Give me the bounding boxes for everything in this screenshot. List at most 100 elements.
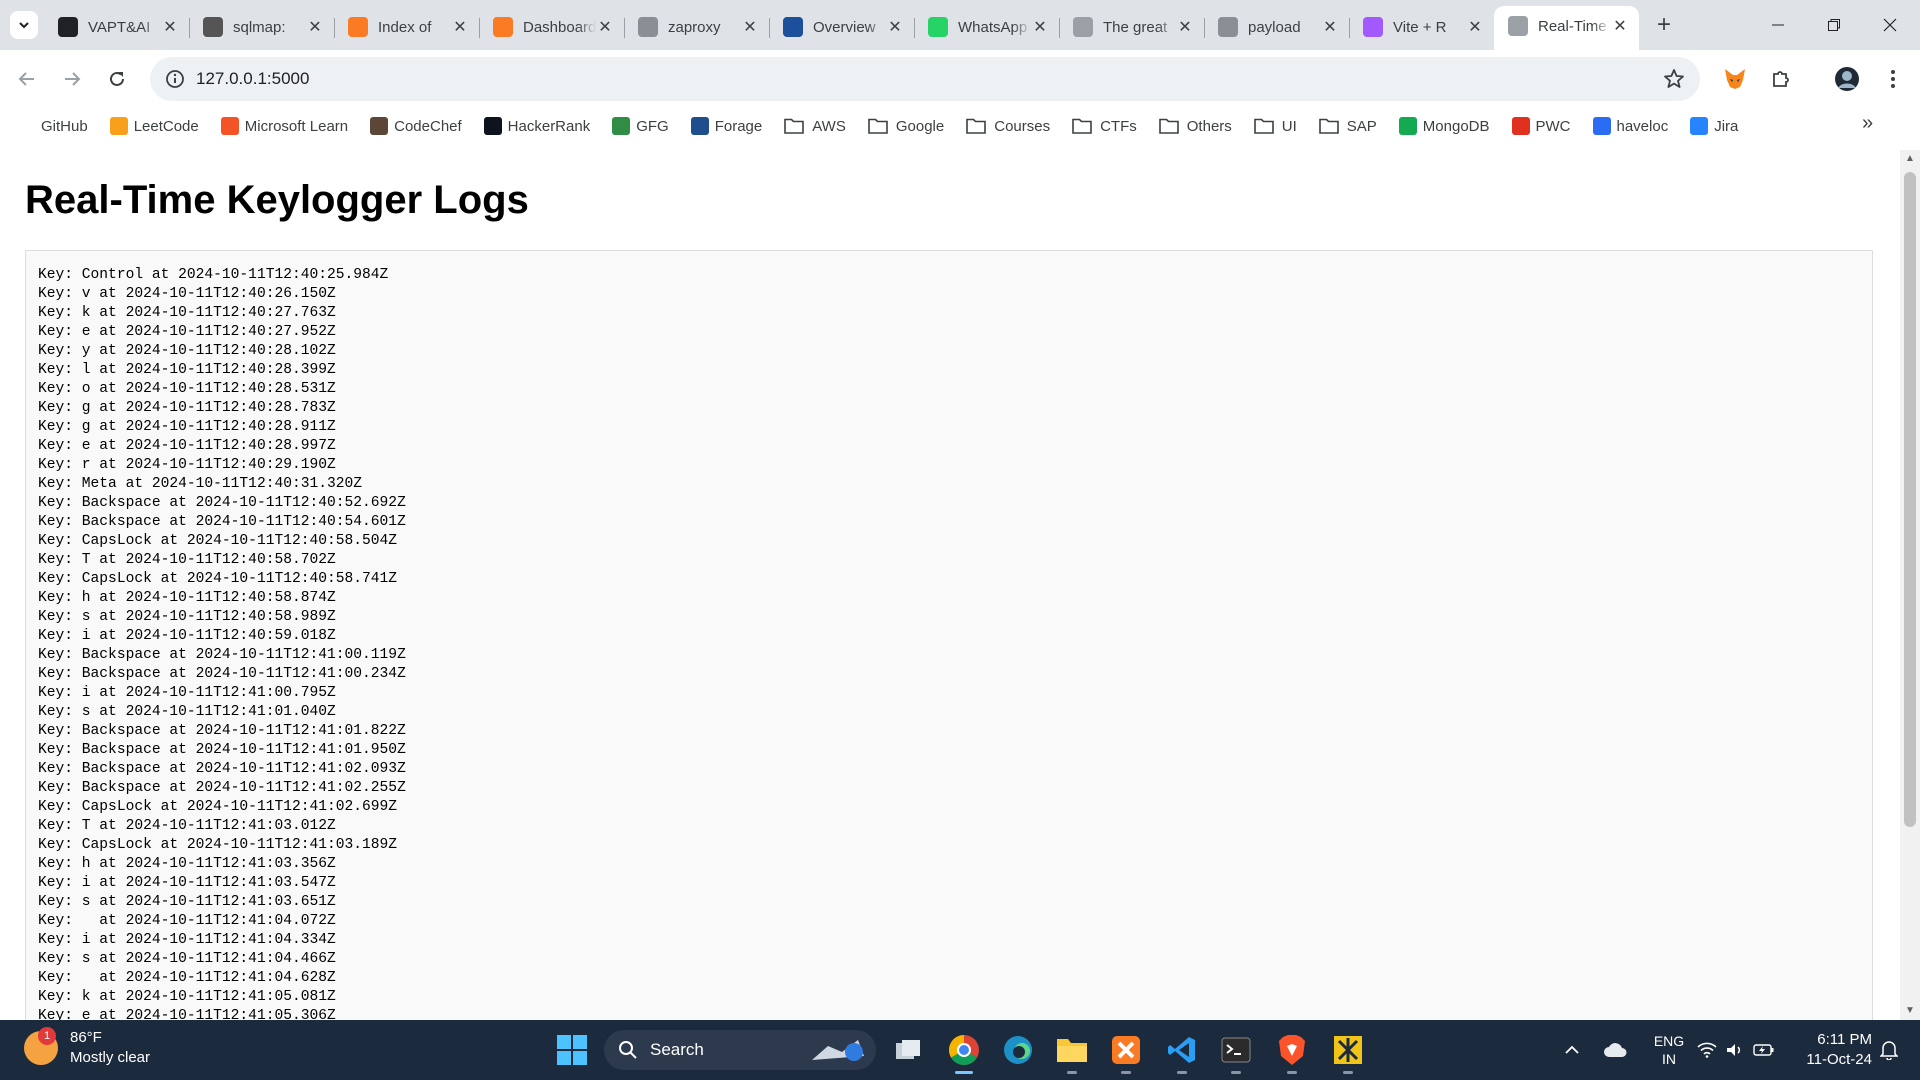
bookmark-link[interactable]: LeetCode: [99, 111, 210, 141]
bookmark-link[interactable]: Forage: [680, 111, 774, 141]
browser-tab[interactable]: The great ✕: [1059, 8, 1205, 46]
notifications-button[interactable]: [1874, 1020, 1904, 1080]
page-content: Real-Time Keylogger Logs Key: Control at…: [0, 150, 1900, 1020]
weather-widget[interactable]: 1 86°F Mostly clear: [24, 1027, 150, 1068]
bookmark-link[interactable]: PWC: [1501, 111, 1582, 141]
browser-tab[interactable]: VAPT&AI ✕: [44, 8, 190, 46]
log-line: Key: l at 2024-10-11T12:40:28.399Z: [38, 362, 336, 378]
profile-avatar[interactable]: [1832, 64, 1862, 94]
site-info-icon[interactable]: [164, 68, 186, 90]
browser-tab[interactable]: sqlmap: ✕: [189, 8, 335, 46]
bookmark-link[interactable]: haveloc: [1582, 111, 1680, 141]
extensions-button[interactable]: [1766, 64, 1796, 94]
bookmark-folder[interactable]: UI: [1243, 111, 1308, 141]
tab-close-icon[interactable]: ✕: [596, 18, 614, 36]
tab-close-icon[interactable]: ✕: [1031, 18, 1049, 36]
onedrive-tray[interactable]: [1600, 1020, 1630, 1080]
bookmark-link[interactable]: GFG: [601, 111, 680, 141]
bookmark-folder[interactable]: Courses: [955, 111, 1061, 141]
windows-icon: [557, 1035, 587, 1065]
log-line: Key: y at 2024-10-11T12:40:28.102Z: [38, 343, 336, 359]
bookmark-link[interactable]: Jira: [1679, 111, 1749, 141]
language-indicator[interactable]: ENG IN: [1646, 1020, 1692, 1080]
system-clock[interactable]: 6:11 PM 11-Oct-24: [1790, 1030, 1872, 1070]
bookmark-link[interactable]: Microsoft Learn: [210, 111, 359, 141]
tab-close-icon[interactable]: ✕: [451, 18, 469, 36]
active-indicator: [955, 1071, 973, 1074]
log-line: Key: h at 2024-10-11T12:41:03.356Z: [38, 856, 336, 872]
bookmark-label: Forage: [714, 117, 763, 135]
bookmark-folder[interactable]: Others: [1148, 111, 1243, 141]
running-indicator: [1287, 1071, 1297, 1074]
taskbar-task-view[interactable]: [888, 1030, 928, 1070]
minimize-button[interactable]: [1750, 0, 1806, 50]
running-indicator: [1231, 1071, 1241, 1074]
browser-menu-button[interactable]: [1878, 64, 1908, 94]
address-bar[interactable]: 127.0.0.1:5000: [150, 57, 1700, 101]
back-button[interactable]: [10, 62, 44, 96]
taskbar-brave[interactable]: [1272, 1030, 1312, 1074]
restore-button[interactable]: [1806, 0, 1862, 50]
bookmark-link[interactable]: GitHub: [30, 111, 99, 141]
taskbar-edge[interactable]: [998, 1030, 1038, 1070]
chevron-up-icon: [1565, 1045, 1579, 1054]
bookmark-folder[interactable]: AWS: [773, 111, 857, 141]
bookmark-folder[interactable]: CTFs: [1061, 111, 1148, 141]
tab-title: Index of: [378, 18, 432, 36]
restore-icon: [1828, 19, 1840, 31]
bookmark-folder[interactable]: Google: [857, 111, 955, 141]
bookmark-link[interactable]: MongoDB: [1388, 111, 1501, 141]
browser-tab[interactable]: Dashboard ✕: [479, 8, 625, 46]
github-icon: [1218, 17, 1238, 37]
tab-close-icon[interactable]: ✕: [1321, 18, 1339, 36]
tab-close-icon[interactable]: ✕: [161, 18, 179, 36]
tab-close-icon[interactable]: ✕: [741, 18, 759, 36]
folder-icon: [1318, 118, 1339, 134]
quick-settings[interactable]: [1696, 1020, 1776, 1080]
search-highlight-icon: [812, 1040, 864, 1061]
browser-tab[interactable]: WhatsApp ✕: [914, 8, 1060, 46]
taskbar-vscode[interactable]: [1162, 1030, 1202, 1074]
browser-tab[interactable]: zaproxy ✕: [624, 8, 770, 46]
scrollbar-thumb[interactable]: [1904, 172, 1916, 827]
bookmark-label: GitHub: [41, 117, 88, 135]
sqlmap-icon: [203, 17, 223, 37]
browser-tab[interactable]: Vite + R ✕: [1349, 8, 1495, 46]
reload-button[interactable]: [100, 62, 134, 96]
more-bookmarks-button[interactable]: »: [1862, 112, 1884, 135]
url-text[interactable]: 127.0.0.1:5000: [196, 57, 309, 101]
taskbar-xampp[interactable]: [1106, 1030, 1146, 1074]
log-line: Key: CapsLock at 2024-10-11T12:41:03.189…: [38, 837, 398, 853]
bookmark-link[interactable]: HackerRank: [473, 111, 602, 141]
new-tab-button[interactable]: +: [1650, 11, 1678, 39]
tab-search-button[interactable]: [10, 11, 38, 39]
bookmark-folder[interactable]: SAP: [1308, 111, 1388, 141]
metamask-extension-icon[interactable]: [1720, 64, 1750, 94]
scroll-down-arrow-icon[interactable]: ▼: [1900, 1002, 1920, 1020]
browser-tab[interactable]: Index of ✕: [334, 8, 480, 46]
tab-close-icon[interactable]: ✕: [886, 18, 904, 36]
tray-overflow-button[interactable]: [1560, 1020, 1584, 1080]
log-line: Key: s at 2024-10-11T12:41:04.466Z: [38, 951, 336, 967]
close-window-button[interactable]: [1862, 0, 1918, 50]
bookmark-star-icon[interactable]: [1662, 67, 1686, 91]
taskbar-terminal[interactable]: [1216, 1030, 1256, 1074]
taskbar-chrome[interactable]: [944, 1030, 984, 1074]
taskbar-file-explorer[interactable]: [1052, 1030, 1092, 1074]
taskbar-sqlmap-app[interactable]: [1328, 1030, 1368, 1074]
bookmark-link[interactable]: CodeChef: [359, 111, 473, 141]
page-scrollbar[interactable]: ▲ ▼: [1900, 150, 1920, 1020]
tab-close-icon[interactable]: ✕: [1611, 17, 1629, 35]
brave-icon: [1279, 1035, 1305, 1065]
browser-tab[interactable]: Overview ✕: [769, 8, 915, 46]
tab-close-icon[interactable]: ✕: [306, 18, 324, 36]
start-button[interactable]: [556, 1034, 588, 1066]
taskbar-search[interactable]: Search: [604, 1030, 876, 1070]
tab-close-icon[interactable]: ✕: [1176, 18, 1194, 36]
tab-close-icon[interactable]: ✕: [1466, 18, 1484, 36]
browser-tab[interactable]: Real-Time ✕: [1494, 6, 1639, 50]
log-line: Key: Backspace at 2024-10-11T12:41:00.23…: [38, 666, 406, 682]
forward-button[interactable]: [55, 62, 89, 96]
scroll-up-arrow-icon[interactable]: ▲: [1900, 150, 1920, 168]
browser-tab[interactable]: payload ✕: [1204, 8, 1350, 46]
